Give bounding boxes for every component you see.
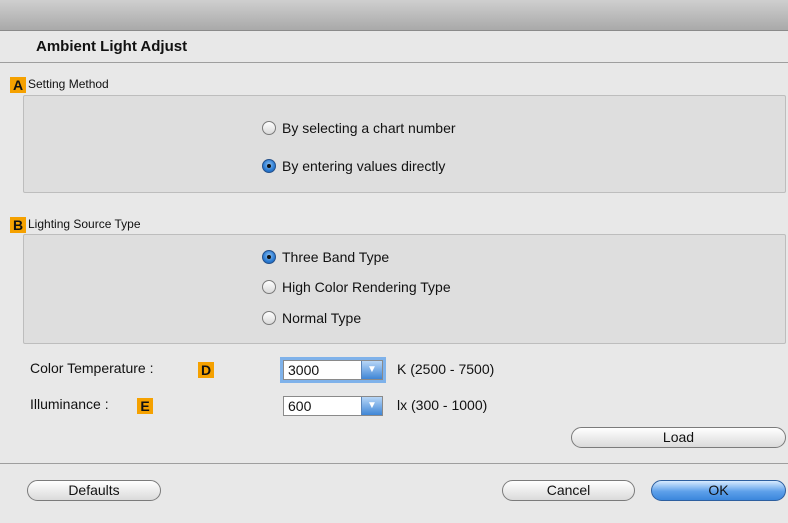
radio-button-icon[interactable]: [262, 311, 276, 325]
color-temperature-label: Color Temperature :: [30, 360, 154, 376]
callout-badge-d: D: [198, 362, 214, 378]
radio-button-icon[interactable]: [262, 121, 276, 135]
radio-enter-values[interactable]: By entering values directly: [262, 158, 445, 174]
radio-label: Three Band Type: [282, 249, 390, 265]
radio-label: By entering values directly: [282, 158, 446, 174]
setting-method-group: By selecting a chart number By entering …: [23, 95, 786, 193]
radio-label: By selecting a chart number: [282, 120, 456, 136]
color-temperature-range: K (2500 - 7500): [397, 361, 495, 377]
illuminance-value[interactable]: 600: [288, 398, 311, 414]
illuminance-label: Illuminance :: [30, 396, 109, 412]
radio-selected-icon[interactable]: [262, 250, 276, 264]
setting-method-label: Setting Method: [28, 77, 109, 91]
title-divider: [0, 62, 788, 63]
bottom-divider: [0, 463, 788, 464]
lighting-source-group: Three Band Type High Color Rendering Typ…: [23, 234, 786, 344]
callout-badge-e: E: [137, 398, 153, 414]
window-titlebar: [0, 0, 788, 31]
chevron-down-icon[interactable]: ▼: [361, 361, 382, 379]
lighting-source-label: Lighting Source Type: [28, 217, 141, 231]
radio-chart-number[interactable]: By selecting a chart number: [262, 120, 456, 136]
ok-button[interactable]: OK: [651, 480, 786, 501]
callout-badge-a: A: [10, 77, 26, 93]
radio-high-color-rendering[interactable]: High Color Rendering Type: [262, 279, 451, 295]
load-button[interactable]: Load: [571, 427, 786, 448]
dialog-title: Ambient Light Adjust: [36, 38, 188, 55]
cancel-button[interactable]: Cancel: [502, 480, 635, 501]
radio-label: High Color Rendering Type: [282, 279, 451, 295]
radio-three-band[interactable]: Three Band Type: [262, 249, 389, 265]
chevron-down-icon[interactable]: ▼: [361, 397, 382, 415]
radio-selected-icon[interactable]: [262, 159, 276, 173]
color-temperature-combobox[interactable]: 3000 ▼: [283, 360, 383, 380]
illuminance-range: lx (300 - 1000): [397, 397, 488, 413]
radio-label: Normal Type: [282, 310, 362, 326]
illuminance-combobox[interactable]: 600 ▼: [283, 396, 383, 416]
radio-button-icon[interactable]: [262, 280, 276, 294]
color-temperature-value[interactable]: 3000: [288, 362, 319, 378]
radio-normal-type[interactable]: Normal Type: [262, 310, 361, 326]
callout-badge-b: B: [10, 217, 26, 233]
defaults-button[interactable]: Defaults: [27, 480, 161, 501]
